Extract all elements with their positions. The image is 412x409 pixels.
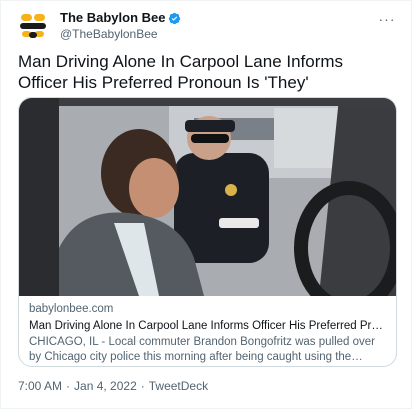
card-title[interactable]: Man Driving Alone In Carpool Lane Inform… <box>29 319 386 334</box>
tweet-date[interactable]: Jan 4, 2022 <box>74 379 137 393</box>
card-description: CHICAGO, IL - Local commuter Brandon Bon… <box>29 336 375 363</box>
meta-separator: · <box>140 379 145 393</box>
avatar[interactable] <box>18 11 48 41</box>
tweet-source[interactable]: TweetDeck <box>149 379 208 393</box>
display-name-row: The Babylon Bee <box>60 10 181 26</box>
bee-logo-icon <box>20 14 46 38</box>
author-names: The Babylon Bee @TheBabylonBee <box>60 10 181 42</box>
more-horizontal-icon: ··· <box>378 11 396 27</box>
tweet-text: Man Driving Alone In Carpool Lane Inform… <box>18 52 344 92</box>
author-handle[interactable]: @TheBabylonBee <box>60 26 181 42</box>
card-text: babylonbee.com Man Driving Alone In Carp… <box>19 296 396 365</box>
verified-badge-icon <box>169 12 181 24</box>
meta-separator: · <box>66 379 71 393</box>
tweet-meta: 7:00 AM · Jan 4, 2022 · TweetDeck <box>18 379 208 393</box>
display-name[interactable]: The Babylon Bee <box>60 10 165 26</box>
card-photo-illustration <box>19 98 396 296</box>
card-image[interactable] <box>19 98 396 296</box>
tweet-container: The Babylon Bee @TheBabylonBee ··· Man D… <box>0 0 412 409</box>
tweet-header: The Babylon Bee @TheBabylonBee ··· <box>18 9 399 43</box>
card-domain: babylonbee.com <box>29 303 114 315</box>
link-card[interactable]: babylonbee.com Man Driving Alone In Carp… <box>18 97 397 367</box>
more-options-button[interactable]: ··· <box>375 11 399 27</box>
tweet-time[interactable]: 7:00 AM <box>18 379 62 393</box>
